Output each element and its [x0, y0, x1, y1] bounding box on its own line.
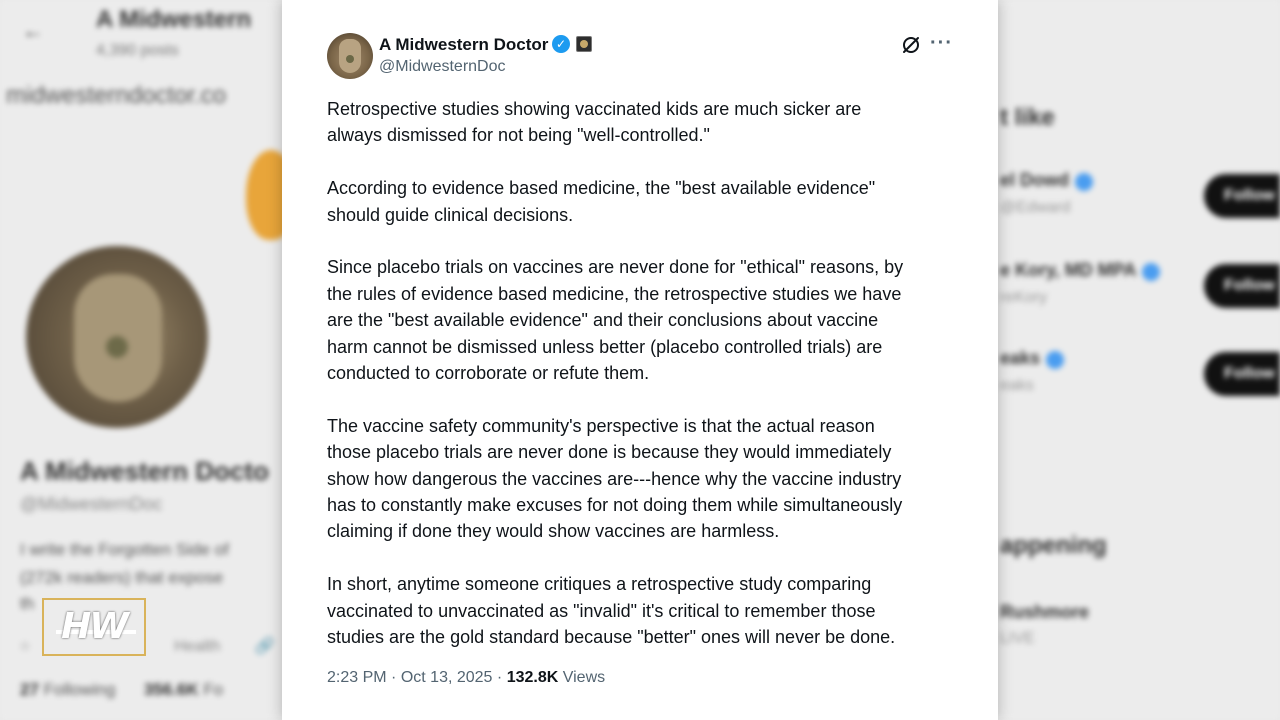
- whats-happening-heading: appening: [1000, 532, 1107, 559]
- logo-text: HW: [61, 606, 129, 647]
- category-icon: ○: [20, 638, 30, 655]
- separator: ·: [496, 669, 503, 686]
- tweet-date[interactable]: Oct 13, 2025: [401, 669, 493, 686]
- more-icon[interactable]: ···: [930, 33, 952, 56]
- profile-bio-line: th: [20, 594, 35, 613]
- tweet-paragraph: The vaccine safety community's perspecti…: [327, 415, 903, 542]
- follow-button[interactable]: Follow: [1204, 352, 1280, 396]
- tweet-card: A Midwestern Doctor ✓ @MidwesternDoc ···…: [282, 0, 998, 720]
- views-count[interactable]: 132.8K: [507, 669, 559, 686]
- views-label: Views: [562, 669, 606, 686]
- author-name[interactable]: A Midwestern Doctor: [379, 35, 548, 55]
- author-handle[interactable]: @MidwesternDoc: [379, 58, 506, 76]
- eye-image: [106, 336, 128, 358]
- eye-image: [346, 55, 354, 63]
- hw-watermark-logo: HW: [42, 598, 146, 656]
- profile-banner-url: midwesterndoctor.co: [6, 82, 227, 109]
- verified-icon: [1142, 262, 1161, 281]
- suggestion-handle: reKory: [1000, 289, 1048, 306]
- profile-category: Health: [174, 638, 221, 655]
- verified-badge-icon[interactable]: ✓: [552, 35, 570, 53]
- profile-bio-line: I write the Forgotten Side of: [20, 540, 229, 559]
- suggestion-handle: eaks: [1000, 377, 1034, 394]
- header-profile-name: A Midwestern: [96, 6, 252, 33]
- affiliate-label-icon[interactable]: [576, 36, 592, 52]
- follow-button[interactable]: Follow: [1204, 174, 1280, 218]
- profile-bio-line: (272k readers) that expose: [20, 568, 224, 587]
- tweet-time[interactable]: 2:23 PM: [327, 669, 387, 686]
- follow-stats[interactable]: 27 Following 356.6K Fo: [20, 680, 223, 700]
- suggestion-name: eaks: [1000, 348, 1041, 368]
- following-label: Following: [43, 680, 116, 699]
- link-icon: 🔗: [254, 638, 275, 655]
- tweet-paragraph: Since placebo trials on vaccines are nev…: [327, 257, 904, 384]
- tweet-paragraph: Retrospective studies showing vaccinated…: [327, 99, 862, 146]
- tweet-paragraph: In short, anytime someone critiques a re…: [327, 574, 896, 648]
- trend-subtitle: LIVE: [1000, 630, 1035, 647]
- suggestion-name: e Kory, MD MPA: [1000, 260, 1137, 280]
- tweet-meta: 2:23 PM · Oct 13, 2025 · 132.8K Views: [327, 669, 605, 687]
- followers-label: Fo: [203, 680, 224, 699]
- suggestion-item[interactable]: e Kory, MD MPA reKory: [1000, 260, 1161, 307]
- tweet-body: Retrospective studies showing vaccinated…: [327, 96, 967, 677]
- separator: ·: [391, 669, 397, 686]
- profile-handle: @MidwesternDoc: [20, 494, 163, 514]
- trend-title[interactable]: Rushmore: [1000, 602, 1089, 623]
- following-count: 27: [20, 680, 39, 699]
- header-post-count: 4,390 posts: [96, 42, 179, 59]
- profile-name: A Midwestern Docto: [20, 456, 269, 486]
- suggestion-item[interactable]: el Dowd @Edward: [1000, 170, 1094, 217]
- verified-icon: [1075, 172, 1094, 191]
- profile-avatar[interactable]: [26, 246, 208, 428]
- you-might-like-heading: t like: [1000, 104, 1055, 131]
- author-avatar[interactable]: [327, 33, 373, 79]
- grok-icon[interactable]: [900, 34, 922, 56]
- back-arrow-icon[interactable]: ←: [22, 18, 44, 44]
- suggestion-item[interactable]: eaks eaks: [1000, 348, 1065, 395]
- suggestion-handle: @Edward: [1000, 199, 1071, 216]
- follow-button[interactable]: Follow: [1204, 264, 1280, 308]
- verified-icon: [1046, 350, 1065, 369]
- tweet-paragraph: According to evidence based medicine, th…: [327, 178, 876, 225]
- followers-count: 356.6K: [143, 680, 199, 699]
- suggestion-name: el Dowd: [1000, 170, 1070, 190]
